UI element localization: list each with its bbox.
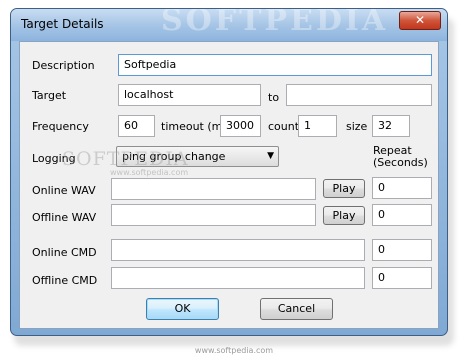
- offline-wav-repeat-input[interactable]: 0: [372, 204, 432, 226]
- repeat-header-line2: (Seconds): [373, 156, 428, 169]
- online-wav-label: Online WAV: [32, 184, 96, 197]
- offline-cmd-label: Offline CMD: [32, 274, 98, 287]
- close-button[interactable]: ✕: [399, 11, 441, 30]
- dialog-window: SOFTPEDIA Target Details ✕ Description S…: [10, 8, 448, 336]
- target-to-input[interactable]: [286, 84, 432, 106]
- offline-cmd-input[interactable]: [111, 267, 365, 289]
- offline-cmd-repeat-input[interactable]: 0: [372, 267, 432, 289]
- timeout-input[interactable]: 3000: [220, 115, 261, 137]
- online-cmd-repeat-input[interactable]: 0: [372, 239, 432, 261]
- softpedia-watermark-url: www.softpedia.com: [110, 168, 189, 177]
- dialog-body: Description Softpedia Target localhost t…: [19, 41, 439, 329]
- offline-wav-label: Offline WAV: [32, 211, 97, 224]
- online-wav-repeat-input[interactable]: 0: [372, 177, 432, 199]
- close-icon: ✕: [414, 13, 426, 27]
- target-label: Target: [32, 89, 67, 102]
- online-wav-input[interactable]: [111, 178, 316, 200]
- count-input[interactable]: 1: [298, 115, 337, 137]
- ok-button[interactable]: OK: [146, 298, 219, 320]
- title-bar[interactable]: SOFTPEDIA Target Details ✕: [11, 9, 447, 41]
- chevron-down-icon: ▼: [267, 151, 274, 161]
- cancel-button[interactable]: Cancel: [260, 298, 333, 320]
- size-label: size: [346, 120, 368, 133]
- online-cmd-label: Online CMD: [32, 246, 97, 259]
- online-wav-play-button[interactable]: Play: [323, 179, 365, 198]
- logging-selected-value: ping group change: [122, 150, 226, 163]
- repeat-header: Repeat (Seconds): [373, 145, 428, 169]
- to-label: to: [268, 91, 280, 104]
- description-label: Description: [32, 59, 95, 72]
- online-cmd-input[interactable]: [111, 239, 365, 261]
- logging-label: Logging: [32, 152, 76, 165]
- titlebar-watermark: SOFTPEDIA: [161, 9, 389, 38]
- frequency-input[interactable]: 60: [118, 115, 155, 137]
- bottom-watermark: www.softpedia.com: [194, 346, 274, 355]
- size-input[interactable]: 32: [372, 115, 410, 137]
- target-input[interactable]: localhost: [118, 84, 261, 106]
- frequency-label: Frequency: [32, 120, 89, 133]
- logging-select[interactable]: ping group change ▼: [116, 146, 279, 167]
- description-input[interactable]: Softpedia: [118, 54, 432, 76]
- offline-wav-input[interactable]: [111, 204, 316, 226]
- window-title: Target Details: [21, 17, 104, 31]
- offline-wav-play-button[interactable]: Play: [323, 206, 365, 225]
- count-label: count: [268, 120, 300, 133]
